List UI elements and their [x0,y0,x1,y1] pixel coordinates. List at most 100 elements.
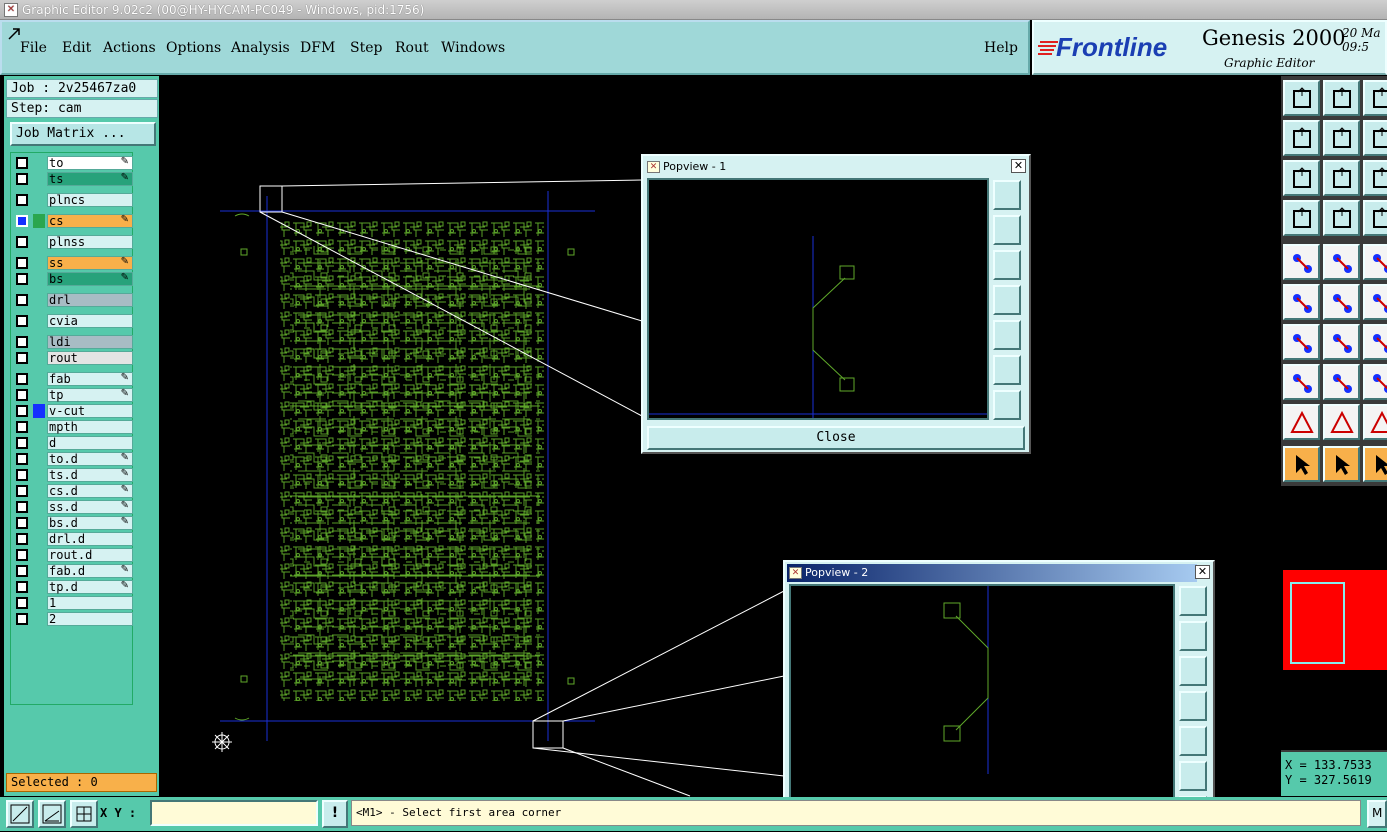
layer-row-bs.d[interactable]: bs.d ✎ [13,516,133,530]
app-icon[interactable]: ✕ [4,3,18,17]
layer-row-plnss[interactable]: plnss [13,235,133,249]
popview-1-close-icon[interactable]: ✕ [1011,159,1026,173]
popview-2-close-icon[interactable]: ✕ [1195,565,1210,579]
layer-name[interactable]: drl.d [47,532,133,546]
menu-options[interactable]: Options [166,40,221,56]
layer-checkbox[interactable] [16,273,28,285]
layer-row-1[interactable]: 1 [13,596,133,610]
layer-row-ts[interactable]: ts ✎ [13,172,133,186]
layer-name[interactable]: rout.d [47,548,133,562]
layer-row-cs[interactable]: cs ✎ [13,214,133,228]
measure-button[interactable] [38,800,66,828]
layer-name[interactable]: cvia [47,314,133,328]
menu-windows[interactable]: Windows [441,40,505,56]
pan-up-button[interactable] [1179,621,1207,651]
add-arc-button[interactable] [1323,324,1360,360]
ruler-button[interactable] [1363,120,1387,156]
layer-row-fab[interactable]: fab ✎ [13,372,133,386]
pan-down-button[interactable] [1323,80,1360,116]
layer-row-rout[interactable]: rout [13,351,133,365]
layer-row-ss.d[interactable]: ss.d ✎ [13,500,133,514]
rotate-button[interactable] [1363,324,1387,360]
layer-checkbox[interactable] [16,173,28,185]
menu-step[interactable]: Step [350,40,382,56]
layer-row-tp[interactable]: tp ✎ [13,388,133,402]
layer-checkbox[interactable] [16,453,28,465]
layer-checkbox[interactable] [16,421,28,433]
layer-checkbox[interactable] [16,405,28,417]
zoom-window-button[interactable] [6,800,34,828]
pan-right-button[interactable] [993,320,1021,350]
layer-row-to.d[interactable]: to.d ✎ [13,452,133,466]
highlight-button[interactable] [1323,244,1360,280]
pad-to-pad-button[interactable] [1283,364,1320,400]
layer-checkbox[interactable] [16,236,28,248]
triangle-c-button[interactable] [1363,404,1387,440]
layer-row-d[interactable]: d [13,436,133,450]
select-net-button[interactable] [1363,200,1387,236]
layer-name[interactable]: 1 [47,596,133,610]
pan-left-button[interactable] [1179,691,1207,721]
layer-name[interactable]: 2 [47,612,133,626]
menu-edit[interactable]: Edit [62,40,91,56]
layer-row-drl[interactable]: drl [13,293,133,307]
menu-actions[interactable]: Actions [103,40,156,56]
layer-row-to[interactable]: to ✎ [13,156,133,170]
cut-button[interactable] [1323,284,1360,320]
triangle-a-button[interactable] [1283,404,1320,440]
layer-row-rout.d[interactable]: rout.d [13,548,133,562]
overview-map[interactable] [1281,486,1387,750]
layer-checkbox[interactable] [16,352,28,364]
line-break-button[interactable] [1323,364,1360,400]
connect-button[interactable] [1283,284,1320,320]
menu-analysis[interactable]: Analysis [231,40,290,56]
layer-name[interactable]: plncs [47,193,133,207]
layer-checkbox[interactable] [16,336,28,348]
layer-checkbox[interactable] [16,565,28,577]
scale-1to1-button[interactable] [1363,160,1387,196]
zoom-fit-button[interactable] [1283,160,1320,196]
pan-down-button[interactable] [993,250,1021,280]
layer-checkbox[interactable] [16,373,28,385]
layer-checkbox[interactable] [16,517,28,529]
home-button[interactable] [1363,80,1387,116]
xy-input[interactable] [150,800,318,826]
pointer-red-button[interactable] [1323,446,1360,482]
layer-checkbox[interactable] [16,215,28,227]
snap-button[interactable] [1283,200,1320,236]
layer-name[interactable]: ldi [47,335,133,349]
pointer-button[interactable] [1283,446,1320,482]
job-matrix-button[interactable]: Job Matrix ... [10,122,156,146]
layer-checkbox[interactable] [16,501,28,513]
ruler-h-button[interactable] [1363,364,1387,400]
move-node-button[interactable] [1363,284,1387,320]
layer-row-ts.d[interactable]: ts.d ✎ [13,468,133,482]
layer-name[interactable]: d [47,436,133,450]
menu-dfm[interactable]: DFM [300,40,335,56]
popview-1-view[interactable] [647,178,989,420]
layer-checkbox[interactable] [16,437,28,449]
layer-checkbox[interactable] [16,389,28,401]
layer-checkbox[interactable] [16,581,28,593]
layer-checkbox[interactable] [16,194,28,206]
zoom-home-button[interactable] [1323,160,1360,196]
layer-row-tp.d[interactable]: tp.d ✎ [13,580,133,594]
layer-row-v-cut[interactable]: v-cut [13,404,133,418]
layer-checkbox[interactable] [16,613,28,625]
layer-row-fab.d[interactable]: fab.d ✎ [13,564,133,578]
mouse-mode-button[interactable]: M [1367,800,1387,828]
layer-checkbox[interactable] [16,597,28,609]
layer-checkbox[interactable] [16,294,28,306]
layer-row-2[interactable]: 2 [13,612,133,626]
menu-file[interactable]: File [20,40,47,56]
layer-row-cvia[interactable]: cvia [13,314,133,328]
layer-row-bs[interactable]: bs ✎ [13,272,133,286]
add-pad-button[interactable] [1283,244,1320,280]
ruler-measure-button[interactable] [1363,244,1387,280]
layer-row-cs.d[interactable]: cs.d ✎ [13,484,133,498]
grid-button[interactable] [70,800,98,828]
zoom-fit-button[interactable] [1179,761,1207,791]
layer-name[interactable]: plnss [47,235,133,249]
pointer-orange-button[interactable] [1363,446,1387,482]
zoom-out-button[interactable] [993,390,1021,420]
